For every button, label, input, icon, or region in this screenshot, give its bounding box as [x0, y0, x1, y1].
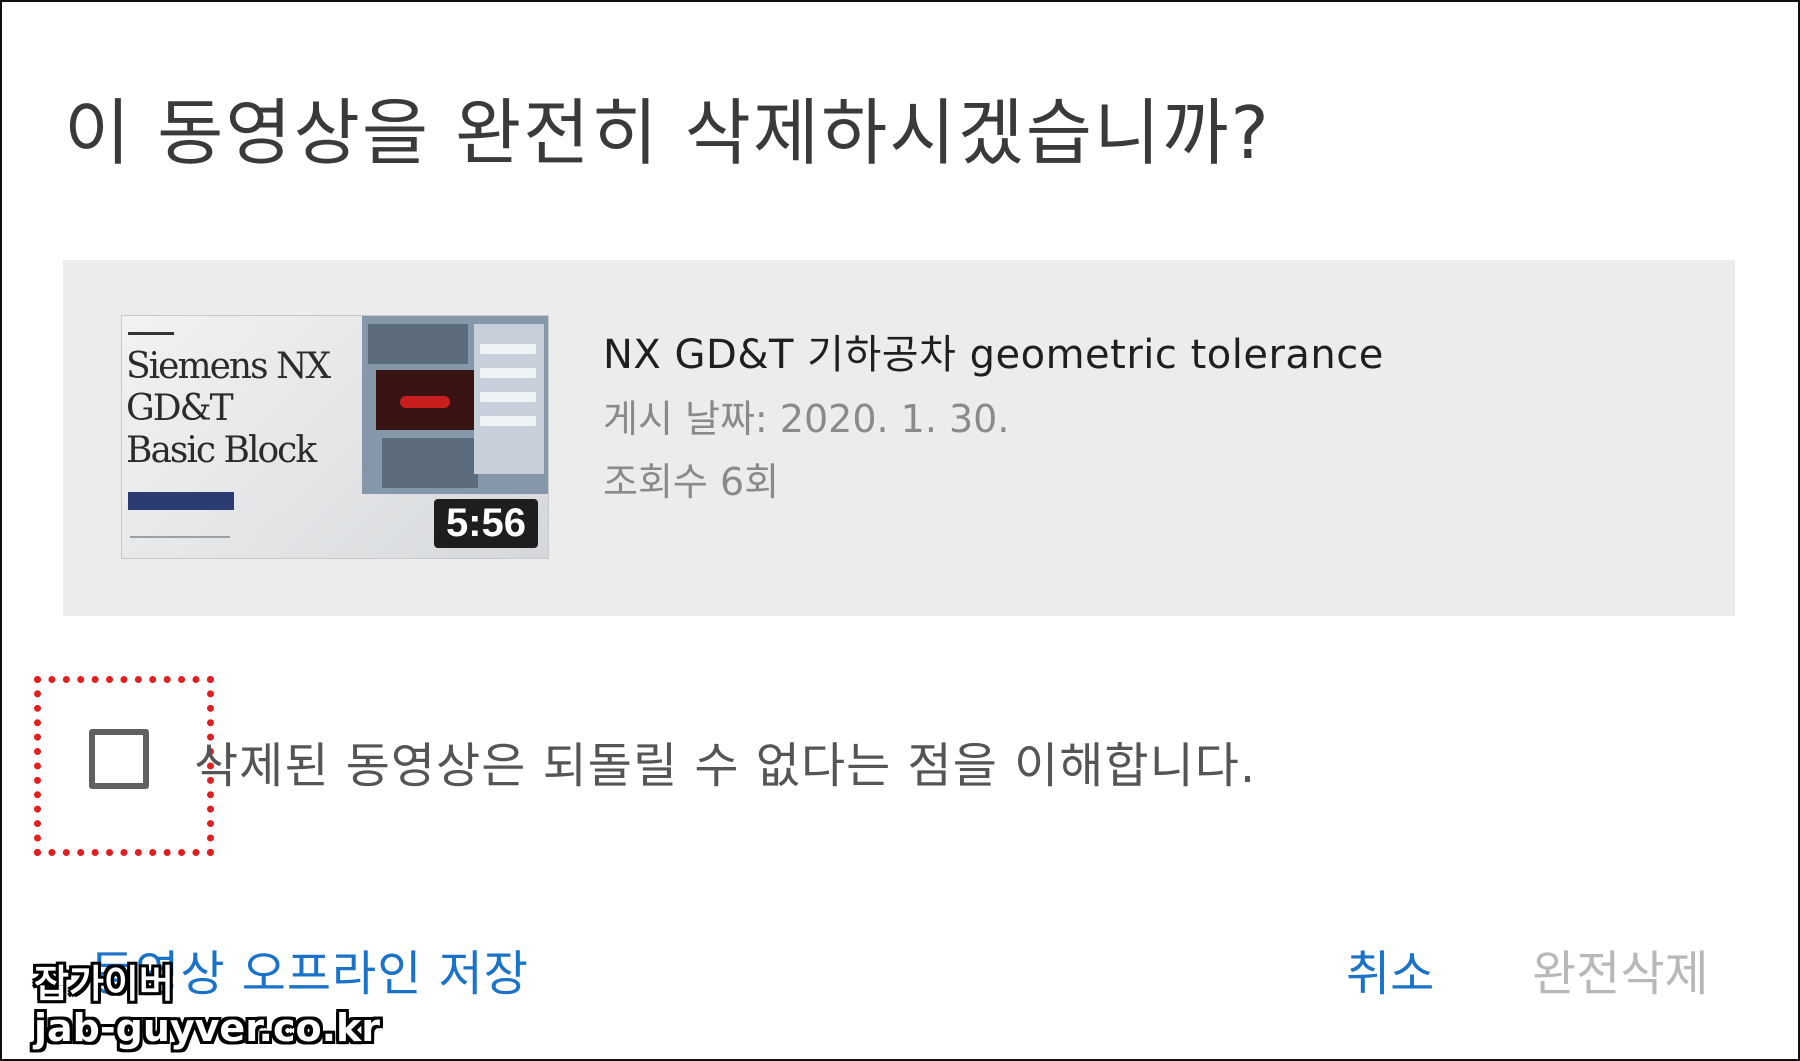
collage-car-image: [376, 370, 476, 430]
collage-button: [480, 392, 536, 402]
delete-permanently-button[interactable]: 완전삭제: [1532, 934, 1709, 1004]
cancel-button[interactable]: 취소: [1346, 934, 1434, 1004]
thumbnail-title: Siemens NX GD&T Basic Block: [126, 346, 331, 471]
video-card: Siemens NX GD&T Basic Block 5:56 NX GD&T…: [63, 260, 1735, 616]
video-duration: 5:56: [433, 499, 538, 548]
confirm-checkbox[interactable]: [89, 729, 149, 789]
video-thumbnail[interactable]: Siemens NX GD&T Basic Block 5:56: [122, 316, 548, 558]
collage-panel: [474, 324, 544, 474]
collage-tile: [382, 438, 478, 488]
confirm-checkbox-label[interactable]: 삭제된 동영상은 되돌릴 수 없다는 점을 이해합니다.: [194, 726, 1256, 796]
collage-button: [480, 368, 536, 378]
collage-button: [480, 416, 536, 426]
video-title: NX GD&T 기하공차 geometric tolerance: [603, 332, 1384, 378]
dialog-title: 이 동영상을 완전히 삭제하시겠습니까?: [64, 91, 1271, 175]
thumbnail-badge: [128, 492, 234, 510]
collage-button: [480, 344, 536, 354]
video-posted-date: 게시 날짜: 2020. 1. 30.: [603, 397, 1010, 441]
collage-tile: [368, 324, 468, 364]
video-info: NX GD&T 기하공차 geometric tolerance 게시 날짜: …: [603, 322, 1384, 506]
thumbnail-rule: [128, 332, 174, 335]
delete-video-dialog: 이 동영상을 완전히 삭제하시겠습니까? Siemens NX GD&T Bas…: [0, 0, 1800, 1061]
watermark-url: jab-guyver.co.kr: [34, 1006, 381, 1050]
thumbnail-collage: [362, 316, 548, 494]
video-view-count: 조회수 6회: [603, 460, 780, 504]
thumbnail-footer: [130, 536, 230, 538]
site-watermark: 잡가이버 jab-guyver.co.kr: [34, 962, 380, 1050]
watermark-name: 잡가이버: [34, 962, 174, 1006]
